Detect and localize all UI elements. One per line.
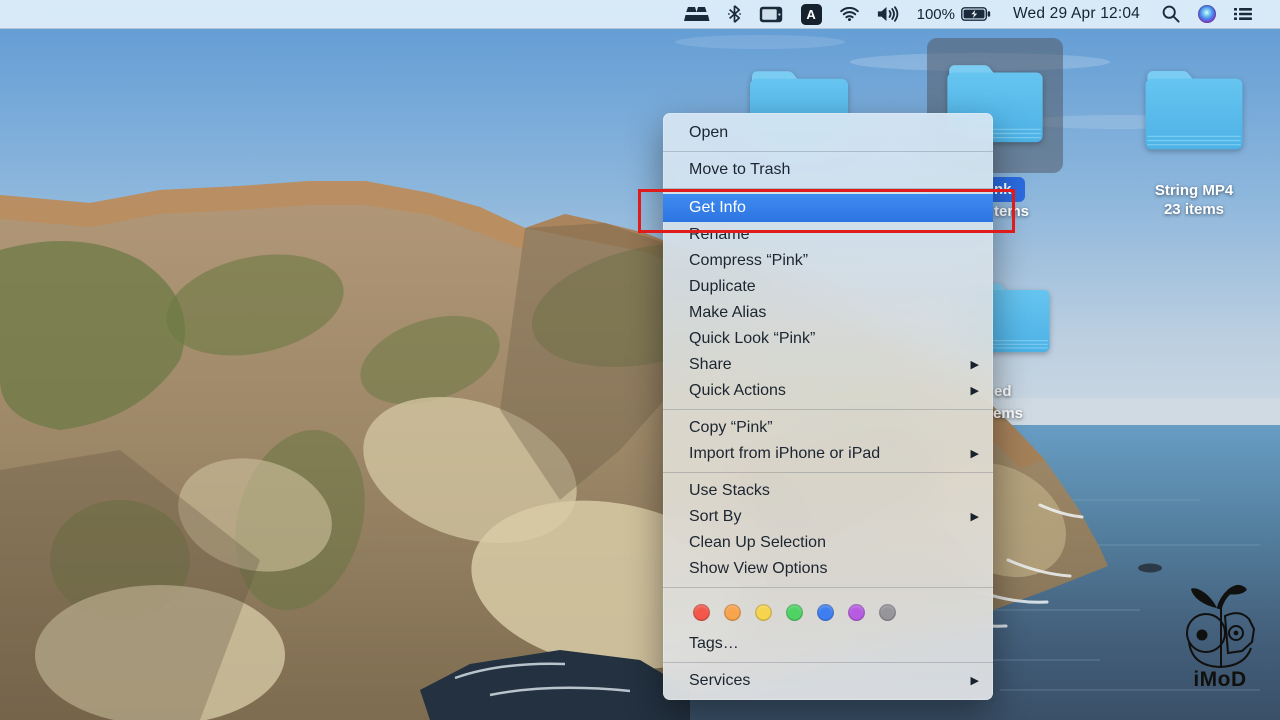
menu-item-open[interactable]: Open [663, 120, 993, 146]
folder-name: String MP4 [1124, 181, 1264, 200]
stack-icon[interactable] [684, 6, 710, 22]
menu-item-sort-by[interactable]: Sort By ▶ [663, 504, 993, 530]
wifi-icon[interactable] [840, 7, 859, 21]
menu-item-clean-up-selection[interactable]: Clean Up Selection [663, 530, 993, 556]
menu-item-label: Quick Actions [689, 382, 786, 399]
siri-icon[interactable] [1198, 5, 1216, 23]
battery-status[interactable]: 100% [917, 6, 991, 23]
menu-item-label: Share [689, 356, 732, 373]
annotation-red-box [638, 189, 1015, 233]
menu-separator [663, 151, 993, 152]
battery-charging-icon [961, 7, 991, 21]
menu-item-use-stacks[interactable]: Use Stacks [663, 478, 993, 504]
submenu-arrow-icon: ▶ [971, 504, 979, 530]
menu-item-move-to-trash[interactable]: Move to Trash [663, 157, 993, 183]
submenu-arrow-icon: ▶ [971, 352, 979, 378]
menu-separator [663, 472, 993, 473]
menu-separator [663, 662, 993, 663]
menu-item-quick-actions[interactable]: Quick Actions ▶ [663, 378, 993, 404]
folder-label-string-mp4[interactable]: String MP4 23 items [1124, 181, 1264, 219]
desktop-screen: A 100% [0, 0, 1280, 720]
menu-item-show-view-options[interactable]: Show View Options [663, 556, 993, 582]
folder-items-count: 23 items [1124, 200, 1264, 219]
sidecar-display-icon[interactable] [759, 6, 783, 23]
submenu-arrow-icon: ▶ [971, 378, 979, 404]
volume-icon[interactable] [877, 6, 899, 22]
menu-item-label: Import from iPhone or iPad [689, 445, 880, 462]
tag-red[interactable] [693, 604, 710, 621]
menu-item-import-from-iphone[interactable]: Import from iPhone or iPad ▶ [663, 441, 993, 467]
tag-gray[interactable] [879, 604, 896, 621]
submenu-arrow-icon: ▶ [971, 441, 979, 467]
tag-purple[interactable] [848, 604, 865, 621]
desktop-wallpaper [0, 0, 1280, 720]
menu-item-make-alias[interactable]: Make Alias [663, 300, 993, 326]
tag-blue[interactable] [817, 604, 834, 621]
battery-percent: 100% [917, 6, 955, 23]
tag-yellow[interactable] [755, 604, 772, 621]
folder-icon-string-mp4[interactable] [1138, 58, 1250, 155]
menu-item-label: Services [689, 672, 750, 689]
imod-watermark: iMoD [1176, 578, 1264, 692]
menu-bar: A 100% [0, 0, 1280, 29]
menu-item-copy[interactable]: Copy “Pink” [663, 415, 993, 441]
tag-green[interactable] [786, 604, 803, 621]
menu-item-duplicate[interactable]: Duplicate [663, 274, 993, 300]
folder-label-mid-fragment[interactable]: ed [994, 383, 1012, 400]
tag-color-row [663, 593, 993, 631]
menu-bar-clock[interactable]: Wed 29 Apr 12:04 [1013, 5, 1140, 23]
notification-center-icon[interactable] [1234, 7, 1252, 21]
menu-separator [663, 587, 993, 588]
spotlight-search-icon[interactable] [1162, 5, 1180, 23]
menu-item-services[interactable]: Services ▶ [663, 668, 993, 694]
menu-item-share[interactable]: Share ▶ [663, 352, 993, 378]
bluetooth-icon[interactable] [728, 5, 741, 23]
submenu-arrow-icon: ▶ [971, 668, 979, 694]
menu-item-label: Sort By [689, 508, 741, 525]
menu-item-compress[interactable]: Compress “Pink” [663, 248, 993, 274]
menu-item-tags[interactable]: Tags… [663, 631, 993, 657]
tag-orange[interactable] [724, 604, 741, 621]
menu-item-quick-look[interactable]: Quick Look “Pink” [663, 326, 993, 352]
menu-separator [663, 409, 993, 410]
input-source-icon[interactable]: A [801, 4, 822, 25]
folder-items-mid-fragment[interactable]: ems [993, 405, 1023, 422]
imod-watermark-text: iMoD [1193, 668, 1246, 692]
